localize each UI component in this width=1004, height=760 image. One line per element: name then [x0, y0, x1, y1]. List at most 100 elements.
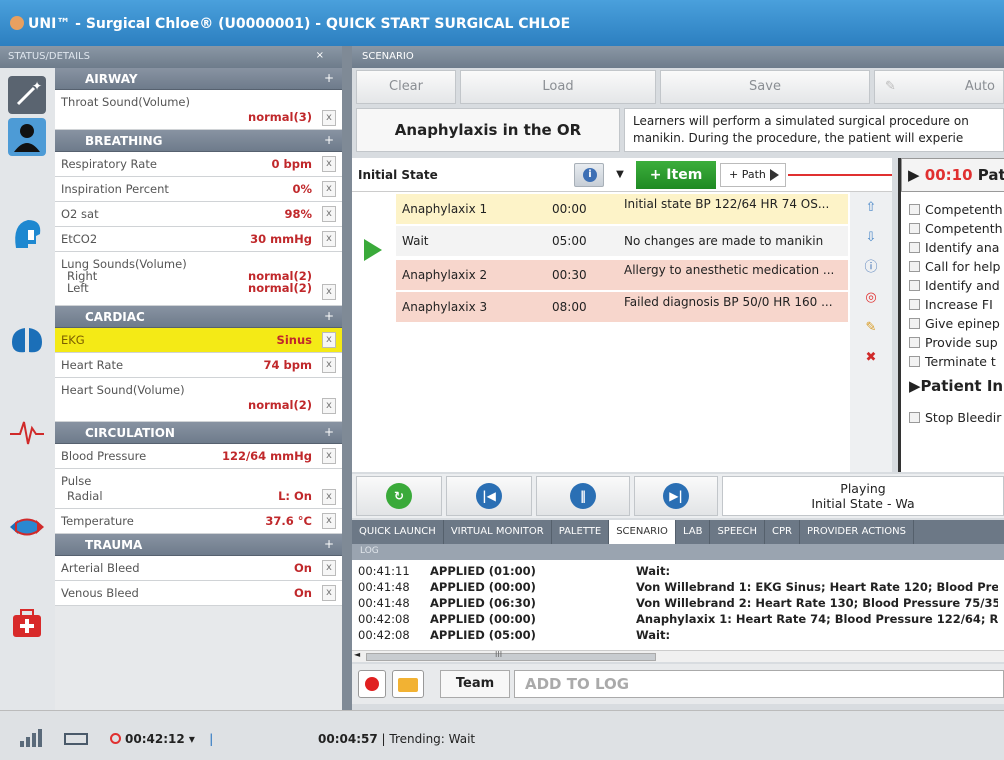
vital-respiratory-rate[interactable]: Respiratory Rate 0 bpm x — [55, 152, 342, 177]
previous-button[interactable]: |◀ — [446, 476, 532, 516]
checklist-item[interactable]: Stop Bleedir — [909, 410, 1001, 425]
tab-quick-launch[interactable]: QUICK LAUNCH — [352, 520, 444, 544]
move-up-icon[interactable]: ⇧ — [863, 200, 879, 216]
vital-o2-sat[interactable]: O2 sat 98% x — [55, 202, 342, 227]
pause-button[interactable]: ‖ — [536, 476, 630, 516]
tab-cpr[interactable]: CPR — [765, 520, 800, 544]
add-item-button[interactable]: + Item — [636, 161, 716, 189]
clear-button[interactable]: x — [322, 560, 336, 576]
expand-icon[interactable]: + — [324, 309, 334, 323]
close-icon[interactable]: × — [316, 50, 324, 61]
delete-icon[interactable]: ✖ — [863, 350, 879, 366]
add-to-log-input[interactable]: ADD TO LOG — [514, 670, 1004, 698]
checkbox[interactable] — [909, 223, 920, 234]
vital-blood-pressure[interactable]: Blood Pressure 122/64 mmHg x — [55, 444, 342, 469]
checkbox[interactable] — [909, 318, 920, 329]
clear-button[interactable]: x — [322, 585, 336, 601]
expand-icon[interactable]: + — [324, 537, 334, 551]
section-breathing[interactable]: BREATHING + — [55, 130, 342, 152]
checklist-item[interactable]: Give epinep — [909, 316, 1000, 331]
tab-lab[interactable]: LAB — [676, 520, 711, 544]
info-button[interactable]: i — [574, 163, 604, 187]
first-aid-kit-icon[interactable] — [8, 604, 46, 642]
checklist-item[interactable]: Competenth — [909, 221, 1003, 236]
state-row[interactable]: Anaphylaxix 2 00:30 Allergy to anesthetic … — [396, 260, 848, 290]
vital-temperature[interactable]: Temperature 37.6 °C x — [55, 509, 342, 534]
lungs-icon[interactable] — [8, 318, 46, 356]
checklist-item[interactable]: Competenth — [909, 202, 1003, 217]
edit-icon[interactable]: ✎ — [863, 320, 879, 336]
tab-speech[interactable]: SPEECH — [710, 520, 765, 544]
heartbeat-icon[interactable] — [8, 412, 46, 450]
clear-button[interactable]: x — [322, 398, 336, 414]
session-clock[interactable]: 00:42:12 ▾ | — [110, 732, 214, 746]
clear-button[interactable]: x — [322, 448, 336, 464]
vital-throat-sound[interactable]: Throat Sound(Volume) normal(3) x — [55, 90, 342, 130]
load-button[interactable]: Load — [460, 70, 656, 104]
log-row[interactable]: 00:42:08 APPLIED (00:00) Anaphylaxix 1: He… — [358, 612, 998, 628]
path-header[interactable]: ▶ 00:10 Pat — [901, 158, 1004, 192]
checklist-item[interactable]: Provide sup — [909, 335, 998, 350]
path-section-header[interactable]: ▶Patient In — [901, 372, 1004, 402]
tab-virtual-monitor[interactable]: VIRTUAL MONITOR — [444, 520, 552, 544]
expand-icon[interactable]: + — [324, 425, 334, 439]
checkbox[interactable] — [909, 356, 920, 367]
open-folder-button[interactable] — [392, 670, 424, 698]
vital-heart-rate[interactable]: Heart Rate 74 bpm x — [55, 353, 342, 378]
vital-arterial-bleed[interactable]: Arterial Bleed On x — [55, 556, 342, 581]
log-row[interactable]: 00:41:11 APPLIED (01:00) Wait: — [358, 564, 998, 580]
clear-button[interactable]: x — [322, 357, 336, 373]
expand-icon[interactable]: + — [324, 71, 334, 85]
clear-button[interactable]: x — [322, 110, 336, 126]
checkbox[interactable] — [909, 242, 920, 253]
section-airway[interactable]: AIRWAY + — [55, 68, 342, 90]
vital-ekg[interactable]: EKG Sinus x — [55, 328, 342, 353]
checklist-item[interactable]: Identify and — [909, 278, 1000, 293]
log-horizontal-scrollbar[interactable]: ◄ III — [352, 650, 1004, 662]
panel-splitter[interactable] — [342, 46, 352, 710]
save-button[interactable]: Save — [660, 70, 870, 104]
log-row[interactable]: 00:41:48 APPLIED (00:00) Von Willebrand 1:… — [358, 580, 998, 596]
tab-scenario[interactable]: SCENARIO — [609, 520, 676, 544]
tab-palette[interactable]: PALETTE — [552, 520, 610, 544]
clear-button[interactable]: x — [322, 284, 336, 300]
circulation-icon[interactable] — [8, 508, 46, 546]
restart-button[interactable]: ↻ — [356, 476, 442, 516]
magic-wand-icon[interactable]: ✦ — [8, 76, 46, 114]
state-row[interactable]: Wait 05:00 No changes are made to manikin — [396, 226, 848, 256]
vital-etco2[interactable]: EtCO2 30 mmHg x — [55, 227, 342, 252]
checkbox[interactable] — [909, 299, 920, 310]
clear-button[interactable]: x — [322, 231, 336, 247]
checklist-item[interactable]: Increase FI — [909, 297, 993, 312]
patient-icon[interactable] — [8, 118, 46, 156]
state-row[interactable]: Anaphylaxix 1 00:00 Initial state BP 122/6… — [396, 194, 848, 224]
log-row[interactable]: 00:42:08 APPLIED (05:00) Wait: — [358, 628, 998, 644]
checkbox[interactable] — [909, 261, 920, 272]
scroll-thumb[interactable]: III — [366, 650, 656, 661]
checkbox[interactable] — [909, 337, 920, 348]
move-down-icon[interactable]: ⇩ — [863, 230, 879, 246]
clear-button[interactable]: x — [322, 489, 336, 505]
checkbox[interactable] — [909, 412, 920, 423]
vital-inspiration-percent[interactable]: Inspiration Percent 0% x — [55, 177, 342, 202]
section-cardiac[interactable]: CARDIAC + — [55, 306, 342, 328]
section-circulation[interactable]: CIRCULATION + — [55, 422, 342, 444]
clear-button[interactable]: x — [322, 206, 336, 222]
record-button[interactable] — [358, 670, 386, 698]
expand-icon[interactable]: + — [324, 133, 334, 147]
vital-pulse[interactable]: Pulse Radial L: On x — [55, 469, 342, 509]
next-button[interactable]: ▶| — [634, 476, 718, 516]
airway-head-icon[interactable] — [8, 214, 46, 252]
team-button[interactable]: Team — [440, 670, 510, 698]
checklist-item[interactable]: Call for help — [909, 259, 1001, 274]
checkbox[interactable] — [909, 280, 920, 291]
info-icon[interactable]: ⓘ — [863, 260, 879, 276]
checklist-item[interactable]: Terminate t — [909, 354, 996, 369]
vital-venous-bleed[interactable]: Venous Bleed On x — [55, 581, 342, 606]
clear-button[interactable]: x — [322, 181, 336, 197]
vital-lung-sounds[interactable]: Lung Sounds(Volume) Right normal(2) Left… — [55, 252, 342, 306]
log-row[interactable]: 00:41:48 APPLIED (06:30) Von Willebrand 2:… — [358, 596, 998, 612]
chevron-down-icon[interactable]: ▾ — [189, 732, 195, 746]
dropdown-button[interactable]: ▼ — [608, 163, 632, 187]
clear-button[interactable]: x — [322, 513, 336, 529]
